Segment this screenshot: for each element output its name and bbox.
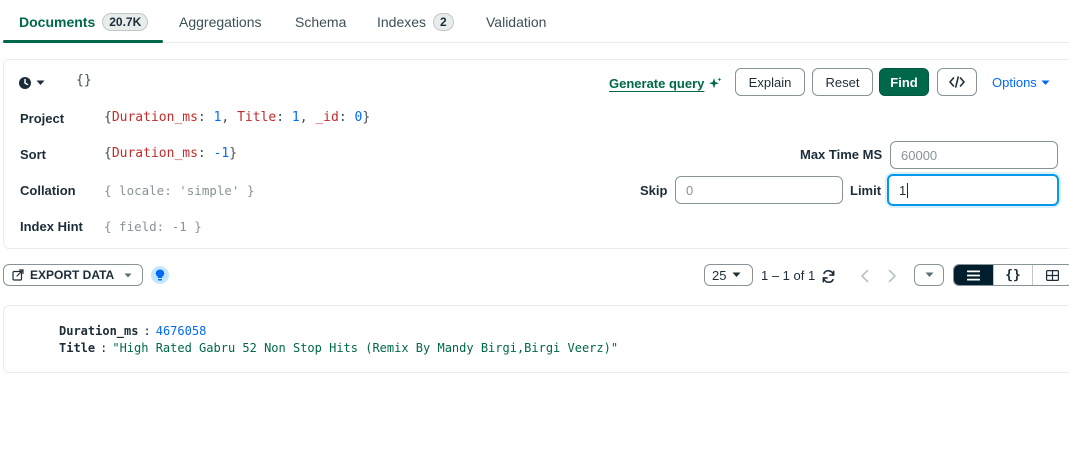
caret-down-icon: [925, 272, 933, 277]
tab-label: Aggregations: [179, 13, 262, 30]
page-size-select[interactable]: 25: [704, 264, 753, 286]
collection-tabs: Documents 20.7K Aggregations Schema Inde…: [0, 0, 1069, 43]
index-count-badge: 2: [433, 12, 454, 31]
options-label: Options: [992, 75, 1037, 90]
export-data-label: EXPORT DATA: [30, 268, 115, 282]
query-history-button[interactable]: [18, 74, 45, 92]
options-toggle[interactable]: Options: [992, 75, 1050, 90]
lightbulb-icon: [155, 269, 165, 281]
caret-down-icon: [36, 80, 45, 85]
view-toggle: {}: [953, 264, 1069, 286]
export-code-button[interactable]: [937, 68, 977, 96]
pagination-range: 1 – 1 of 1: [761, 268, 816, 283]
caret-down-icon: [1041, 80, 1050, 85]
tab-label: Schema: [295, 13, 347, 30]
active-tab-indicator: [3, 40, 163, 43]
skip-label: Skip: [640, 183, 668, 198]
tab-indexes[interactable]: Indexes 2: [377, 0, 454, 43]
document-count-badge: 20.7K: [102, 12, 149, 31]
performance-insight-button[interactable]: [151, 266, 169, 284]
generate-query-link[interactable]: Generate query: [609, 76, 722, 91]
field-value: 4676058: [155, 324, 207, 338]
tab-label: Indexes: [377, 13, 427, 30]
table-icon: [1046, 269, 1060, 281]
limit-value: 1: [899, 182, 907, 198]
document-actions-dropdown[interactable]: [914, 264, 944, 286]
sort-input[interactable]: {Duration_ms: -1}: [104, 146, 237, 161]
json-view-button[interactable]: {}: [992, 265, 1033, 285]
list-icon: [966, 270, 980, 280]
clock-icon: [19, 77, 31, 89]
previous-page-button[interactable]: [856, 267, 874, 285]
collation-label: Collation: [20, 183, 76, 198]
field-key: Duration_ms: [59, 324, 139, 338]
tab-documents[interactable]: Documents 20.7K: [19, 0, 149, 43]
field-value: "High Rated Gabru 52 Non Stop Hits (Remi…: [112, 341, 619, 355]
find-button[interactable]: Find: [879, 68, 929, 96]
document-field: Title: "High Rated Gabru 52 Non Stop Hits…: [59, 341, 619, 355]
refresh-button[interactable]: [819, 267, 837, 285]
field-key: Title: [59, 341, 96, 355]
limit-input[interactable]: 1: [887, 174, 1059, 206]
refresh-icon: [822, 269, 834, 283]
caret-down-icon: [732, 272, 741, 277]
limit-label: Limit: [850, 183, 882, 198]
project-input[interactable]: {Duration_ms: 1, Title: 1, _id: 0}: [104, 110, 370, 125]
chevron-left-icon: [861, 269, 869, 283]
document-card[interactable]: Duration_ms:4676058 Title: "High Rated Ga…: [3, 305, 1069, 373]
tab-schema[interactable]: Schema: [295, 0, 346, 43]
explain-button[interactable]: Explain: [735, 68, 805, 96]
sparkle-icon: [709, 77, 722, 88]
query-bar: {} Generate query Explain Reset Find Opt…: [3, 59, 1069, 249]
export-data-button[interactable]: EXPORT DATA: [3, 264, 143, 286]
export-icon: [12, 269, 24, 281]
collation-input[interactable]: { locale: 'simple' }: [104, 183, 255, 198]
max-time-input[interactable]: 60000: [890, 141, 1058, 169]
tab-aggregations[interactable]: Aggregations: [179, 0, 262, 43]
next-page-button[interactable]: [883, 267, 901, 285]
document-field: Duration_ms:4676058: [59, 324, 207, 338]
chevron-right-icon: [888, 269, 896, 283]
tab-label: Validation: [486, 13, 547, 30]
filter-input[interactable]: {}: [76, 73, 92, 88]
tab-label: Documents: [19, 13, 96, 30]
caret-down-icon: [124, 273, 132, 277]
code-icon: [949, 76, 965, 88]
index-hint-input[interactable]: { field: -1 }: [104, 219, 202, 234]
skip-input[interactable]: 0: [675, 176, 843, 204]
table-view-button[interactable]: [1032, 265, 1069, 285]
text-cursor: [907, 182, 909, 198]
page-size-value: 25: [712, 267, 727, 283]
sort-label: Sort: [20, 147, 46, 162]
generate-query-label: Generate query: [609, 76, 705, 91]
index-hint-label: Index Hint: [20, 219, 83, 234]
list-view-button[interactable]: [954, 265, 993, 285]
reset-button[interactable]: Reset: [812, 68, 873, 96]
tab-validation[interactable]: Validation: [486, 0, 546, 43]
project-label: Project: [20, 111, 65, 126]
max-time-label: Max Time MS: [800, 147, 883, 162]
